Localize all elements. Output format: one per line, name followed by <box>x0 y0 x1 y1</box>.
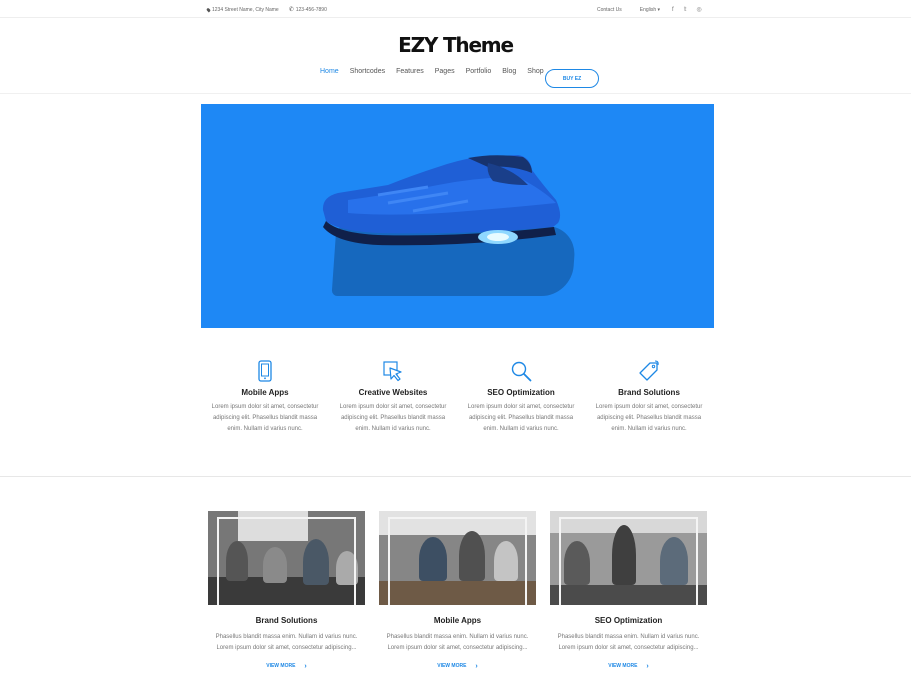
phone-info: ✆ 123-456-7890 <box>288 6 327 14</box>
chevron-right-icon: › <box>475 662 478 670</box>
card-title: SEO Optimization <box>594 616 663 625</box>
view-more-link[interactable]: VIEW MORE › <box>608 663 649 670</box>
card-text: Phasellus blandit massa enim. Nullam id … <box>557 634 700 651</box>
feature-item: Creative Websites Lorem ipsum dolor sit … <box>329 360 457 435</box>
feature-title: Creative Websites <box>358 388 428 397</box>
feature-text: Lorem ipsum dolor sit amet, consectetur … <box>339 404 447 432</box>
section-divider <box>0 476 911 477</box>
cursor-icon <box>383 361 402 382</box>
nav-features[interactable]: Features <box>396 68 424 75</box>
office-team-photo[interactable] <box>550 511 707 605</box>
portfolio-card: Brand Solutions Phasellus blandit massa … <box>208 511 365 672</box>
address-info: 1234 Street Name, City Name <box>206 6 279 13</box>
buy-button[interactable]: BUY EZ <box>545 69 599 88</box>
chevron-right-icon: › <box>646 662 649 670</box>
instagram-icon[interactable]: ◎ <box>697 6 702 13</box>
portfolio-card: Mobile Apps Phasellus blandit massa enim… <box>379 511 536 672</box>
nav-shortcodes[interactable]: Shortcodes <box>350 68 385 75</box>
feature-title: Mobile Apps <box>241 388 289 397</box>
location-pin-icon <box>206 7 211 12</box>
card-text: Phasellus blandit massa enim. Nullam id … <box>386 634 529 651</box>
facebook-icon[interactable]: f <box>672 7 674 13</box>
contact-link[interactable]: Contact Us <box>597 7 622 13</box>
nav-portfolio[interactable]: Portfolio <box>466 68 492 75</box>
chevron-right-icon: › <box>304 662 307 670</box>
feature-item: Brand Solutions Lorem ipsum dolor sit am… <box>585 360 713 435</box>
main-nav: Home Shortcodes Features Pages Portfolio… <box>320 68 555 75</box>
feature-title: Brand Solutions <box>618 388 680 397</box>
feature-text: Lorem ipsum dolor sit amet, consectetur … <box>595 404 703 432</box>
feature-item: SEO Optimization Lorem ipsum dolor sit a… <box>457 360 585 435</box>
header-divider <box>0 93 911 94</box>
feature-title: SEO Optimization <box>487 388 555 397</box>
nav-home[interactable]: Home <box>320 68 339 75</box>
language-select[interactable]: English ▾ <box>640 7 660 13</box>
features-row: Mobile Apps Lorem ipsum dolor sit amet, … <box>201 360 714 435</box>
office-team-photo[interactable] <box>208 511 365 605</box>
office-team-photo[interactable] <box>379 511 536 605</box>
twitter-icon[interactable]: 𝕥 <box>684 6 687 13</box>
view-more-link[interactable]: VIEW MORE › <box>437 663 478 670</box>
phone-icon: ✆ <box>288 7 294 13</box>
search-icon <box>511 361 532 382</box>
portfolio-card: SEO Optimization Phasellus blandit massa… <box>550 511 707 672</box>
nav-blog[interactable]: Blog <box>502 68 516 75</box>
site-logo[interactable]: EZY Theme <box>0 33 911 57</box>
feature-text: Lorem ipsum dolor sit amet, consectetur … <box>467 404 575 432</box>
view-more-link[interactable]: VIEW MORE › <box>266 663 307 670</box>
hero-banner <box>201 104 714 328</box>
top-bar: 1234 Street Name, City Name ✆ 123-456-789… <box>0 0 911 18</box>
tablet-icon <box>258 360 272 382</box>
card-text: Phasellus blandit massa enim. Nullam id … <box>215 634 358 651</box>
tag-icon <box>639 360 659 381</box>
feature-item: Mobile Apps Lorem ipsum dolor sit amet, … <box>201 360 329 435</box>
feature-text: Lorem ipsum dolor sit amet, consectetur … <box>211 404 319 432</box>
card-title: Mobile Apps <box>433 616 482 625</box>
nav-shop[interactable]: Shop <box>527 68 543 75</box>
portfolio-cards: Brand Solutions Phasellus blandit massa … <box>208 511 707 672</box>
sneaker-image <box>322 155 561 246</box>
card-title: Brand Solutions <box>255 616 318 625</box>
nav-pages[interactable]: Pages <box>435 68 455 75</box>
